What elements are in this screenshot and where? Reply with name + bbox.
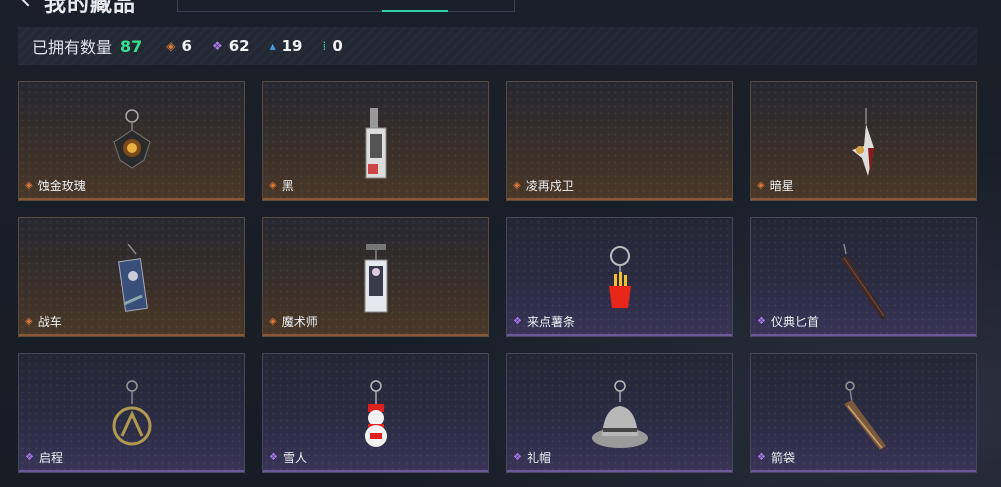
orange-diamond-icon: ◈ — [757, 180, 765, 191]
quiver-pendant-icon — [843, 381, 886, 450]
item-name: ❖ 来点薯条 — [513, 313, 575, 330]
item-name: ❖ 箭袋 — [757, 449, 795, 466]
item-name: ◈ 魔术师 — [269, 313, 318, 330]
item-card[interactable]: ❖ 雪人 — [262, 353, 489, 473]
item-card[interactable]: ❖ 来点薯条 — [506, 217, 733, 337]
item-card[interactable]: ◈ 黑 — [262, 81, 489, 201]
item-name: ❖ 雪人 — [269, 449, 307, 466]
purple-diamond-icon: ❖ — [513, 316, 522, 327]
orange-diamond-icon: ◈ — [513, 180, 521, 191]
purple-diamond-icon: ❖ — [25, 452, 34, 463]
item-name-text: 战车 — [37, 315, 62, 329]
orange-diamond-icon: ◈ — [25, 316, 33, 327]
stat-orange-count: 6 — [181, 37, 192, 55]
orange-diamond-icon: ◈ — [166, 39, 176, 53]
purple-diamond-icon: ❖ — [513, 452, 522, 463]
item-name-text: 雪人 — [282, 451, 307, 465]
journey-medallion-icon — [112, 380, 151, 446]
owned-count: 87 — [120, 36, 143, 56]
top-hat-pendant-icon — [591, 380, 648, 448]
stat-blue-count: 19 — [281, 37, 303, 55]
item-card[interactable]: ❖ 仪典匕首 — [750, 217, 977, 337]
snowman-pendant-icon — [364, 380, 387, 447]
ceremonial-dagger-icon — [839, 244, 886, 320]
purple-diamond-icon: ❖ — [269, 452, 278, 463]
item-name: ◈ 战车 — [25, 313, 62, 330]
item-name: ◈ 暗星 — [757, 177, 794, 194]
orange-diamond-icon: ◈ — [269, 316, 277, 327]
header: 我的藏品 — [0, 0, 1001, 17]
item-name: ❖ 仪典匕首 — [757, 313, 819, 330]
collection-grid: ◈ 蚀金玫瑰 ◈ 黑 ◈ 凌再戍卫 ◈ 暗星 ◈ 战车 ◈ 魔术师 ❖ 来点薯条… — [18, 81, 977, 473]
stat-orange: ◈ 6 — [166, 37, 192, 55]
item-card[interactable]: ❖ 礼帽 — [506, 353, 733, 473]
purple-diamond-icon: ❖ — [757, 452, 766, 463]
item-name-text: 仪典匕首 — [770, 315, 819, 329]
item-name-text: 黑 — [281, 179, 294, 193]
item-name: ◈ 黑 — [269, 177, 294, 194]
stat-teal-count: 0 — [332, 37, 343, 55]
magician-card-pendant-icon — [364, 244, 387, 313]
stat-purple-count: 62 — [228, 37, 250, 55]
item-card[interactable]: ❖ 箭袋 — [750, 353, 977, 473]
active-tab-indicator — [382, 10, 448, 12]
item-card[interactable]: ◈ 蚀金玫瑰 — [18, 81, 245, 201]
item-name-text: 礼帽 — [526, 451, 551, 465]
item-card[interactable]: ❖ 启程 — [18, 353, 245, 473]
chariot-card-pendant-icon — [117, 244, 148, 312]
orange-diamond-icon: ◈ — [25, 180, 33, 191]
black-tag-pendant-icon — [365, 108, 386, 179]
dark-star-pendant-icon — [851, 108, 874, 176]
item-name-text: 蚀金玫瑰 — [37, 179, 86, 193]
item-name-text: 来点薯条 — [526, 315, 575, 329]
page-title: 我的藏品 — [44, 0, 137, 17]
ownership-stats-bar: 已拥有数量 87 ◈ 6 ❖ 62 ▴ 19 ⁞ 0 — [18, 27, 977, 65]
orange-diamond-icon: ◈ — [269, 180, 277, 191]
collection-page: 我的藏品 已拥有数量 87 ◈ 6 ❖ 62 ▴ 19 ⁞ 0 ◈ 蚀金玫瑰 ◈… — [0, 0, 1001, 487]
rose-pendant-icon — [112, 109, 151, 169]
item-name: ❖ 启程 — [25, 449, 63, 466]
owned-label: 已拥有数量 — [32, 38, 113, 57]
teal-dots-icon: ⁞ — [322, 39, 327, 53]
purple-diamond-icon: ❖ — [757, 316, 766, 327]
item-name-text: 凌再戍卫 — [525, 179, 574, 193]
item-name: ◈ 蚀金玫瑰 — [25, 177, 86, 194]
item-card[interactable]: ◈ 暗星 — [750, 81, 977, 201]
item-name-text: 启程 — [38, 451, 63, 465]
blue-triangle-icon: ▴ — [269, 39, 276, 53]
item-card[interactable]: ◈ 魔术师 — [262, 217, 489, 337]
item-name-text: 箭袋 — [770, 451, 795, 465]
fries-pendant-icon — [608, 246, 631, 308]
back-arrow-icon[interactable] — [19, 0, 37, 7]
item-name-text: 暗星 — [769, 179, 794, 193]
item-name: ❖ 礼帽 — [513, 449, 551, 466]
item-name-text: 魔术师 — [281, 315, 318, 329]
item-name: ◈ 凌再戍卫 — [513, 177, 574, 194]
stat-purple: ❖ 62 — [212, 37, 250, 55]
item-card[interactable]: ◈ 凌再戍卫 — [506, 81, 733, 201]
stat-teal: ⁞ 0 — [323, 37, 343, 55]
tab-strip[interactable] — [177, 0, 515, 12]
purple-diamond-icon: ❖ — [211, 39, 223, 53]
stat-blue: ▴ 19 — [270, 37, 303, 55]
item-card[interactable]: ◈ 战车 — [18, 217, 245, 337]
